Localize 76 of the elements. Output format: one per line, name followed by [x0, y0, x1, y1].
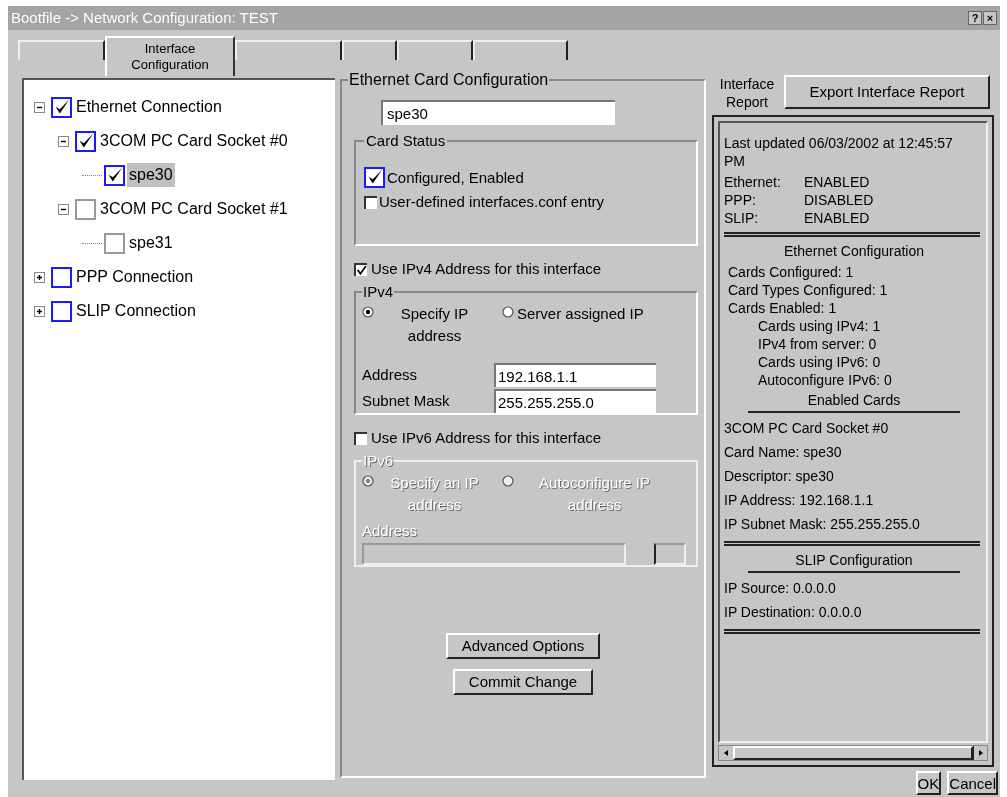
report-line: Autoconfigure IPv6: 0: [757, 371, 893, 389]
expand-icon[interactable]: [34, 271, 45, 283]
horizontal-scrollbar[interactable]: [718, 745, 988, 761]
report-label: SLIP:: [724, 209, 760, 227]
input-field[interactable]: 192.168.1.1: [494, 363, 656, 387]
tab[interactable]: [342, 40, 397, 60]
checkbox[interactable]: [51, 300, 72, 322]
report-value: ENABLED: [804, 173, 870, 191]
report-line: IP Subnet Mask: 255.255.255.0: [724, 515, 921, 534]
checkbox[interactable]: [354, 262, 367, 276]
radio-label: Specify IP address: [399, 304, 470, 346]
card-name-field[interactable]: spe30: [381, 100, 615, 125]
report-line: IPv4 from server: 0: [757, 335, 878, 353]
report-line: Cards using IPv4: 1: [757, 317, 882, 335]
report-line: Cards Configured: 1: [727, 263, 855, 281]
tab[interactable]: [18, 40, 105, 60]
checkbox[interactable]: [104, 164, 125, 186]
tree-item[interactable]: SLIP Connection: [74, 299, 198, 323]
tree-item[interactable]: PPP Connection: [74, 265, 196, 289]
checkbox[interactable]: [51, 266, 72, 288]
commit-button[interactable]: Commit Change: [452, 668, 594, 695]
collapse-icon[interactable]: [34, 101, 45, 113]
field-label: Subnet Mask: [362, 390, 451, 411]
report-heading: Enabled Cards: [748, 391, 960, 413]
report-line: Cards using IPv6: 0: [757, 353, 882, 371]
report-label: PPP:: [724, 191, 757, 209]
report-line: Card Name: spe30: [724, 443, 843, 462]
cancel-button[interactable]: Cancel: [947, 771, 998, 795]
radio-button[interactable]: [502, 306, 514, 318]
report-line: 3COM PC Card Socket #0: [724, 419, 890, 438]
checkbox-label: Configured, Enabled: [387, 167, 524, 188]
report-line: IP Source: 0.0.0.0: [724, 579, 837, 598]
group-title: Card Status: [365, 131, 447, 151]
tree-item[interactable]: Ethernet Connection: [74, 95, 224, 119]
report-label: Ethernet:: [724, 173, 782, 191]
checkbox[interactable]: [364, 195, 377, 209]
group-title: IPv4: [362, 281, 394, 302]
radio-label: Specify an IP address: [389, 473, 480, 515]
checkbox[interactable]: [364, 167, 385, 189]
advanced-options-button[interactable]: Advanced Options: [445, 632, 601, 659]
report-value: DISABLED: [804, 191, 874, 209]
window-title: Bootfile -> Network Configuration: TEST: [11, 7, 278, 28]
group-title: IPv6: [362, 450, 394, 471]
report-line: IP Address: 192.168.1.1: [724, 491, 875, 510]
collapse-icon[interactable]: [58, 135, 69, 147]
checkbox-label: Use IPv4 Address for this interface: [371, 259, 602, 279]
tab[interactable]: Interface Configuration: [105, 36, 235, 76]
input-field[interactable]: 255.255.255.0: [494, 389, 656, 413]
report-heading: SLIP Configuration: [748, 551, 960, 573]
radio-label: Server assigned IP: [517, 304, 644, 324]
field-label: Address: [362, 521, 419, 541]
radio-label: Autoconfigure IP address: [538, 473, 651, 515]
checkbox[interactable]: [51, 96, 72, 118]
tree-item[interactable]: spe30: [127, 163, 175, 187]
report-line: Card Types Configured: 1: [727, 281, 889, 299]
report-line: IP Destination: 0.0.0.0: [724, 603, 863, 622]
tree-item[interactable]: 3COM PC Card Socket #0: [98, 129, 290, 153]
checkbox-label: Use IPv6 Address for this interface: [371, 428, 602, 448]
field-label: Address: [362, 364, 419, 385]
ok-button[interactable]: OK: [915, 771, 942, 795]
help-button[interactable]: ?: [968, 11, 982, 25]
report-label: Interface Report: [718, 75, 776, 111]
report-line: Last updated 06/03/2002 at 12:45:57 PM: [724, 134, 954, 171]
report-value: ENABLED: [804, 209, 870, 227]
radio-button[interactable]: [362, 306, 374, 318]
tab[interactable]: [397, 40, 473, 60]
report-line: Cards Enabled: 1: [727, 299, 838, 317]
checkbox-label: User-defined interfaces.conf entry: [379, 192, 605, 212]
report-line: Descriptor: spe30: [724, 467, 835, 486]
export-button[interactable]: Export Interface Report: [784, 75, 990, 109]
close-button[interactable]: ×: [983, 11, 997, 25]
expand-icon[interactable]: [34, 305, 45, 317]
checkbox[interactable]: [75, 130, 96, 152]
group-title: Ethernet Card Configuration: [348, 70, 550, 90]
scrollbar-thumb[interactable]: [733, 746, 973, 760]
report-heading: Ethernet Configuration: [782, 242, 926, 261]
